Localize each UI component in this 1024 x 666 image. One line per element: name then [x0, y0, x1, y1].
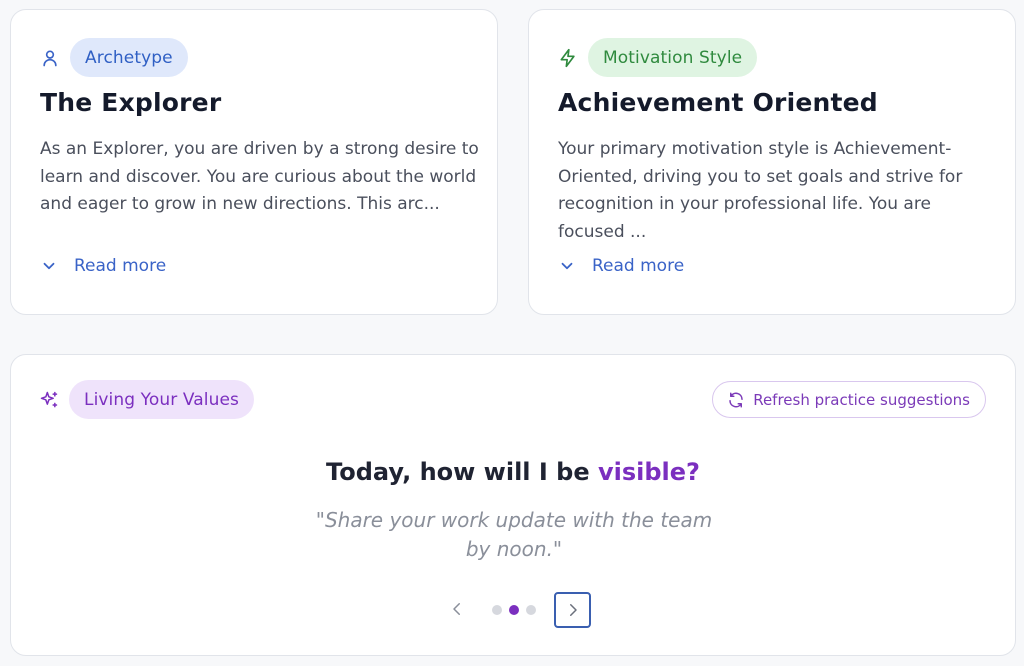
refresh-icon: [727, 391, 745, 409]
chevron-down-icon: [558, 257, 576, 275]
archetype-badge: Archetype: [70, 38, 188, 77]
values-tag-row: Living Your Values: [39, 380, 254, 419]
archetype-description: As an Explorer, you are driven by a stro…: [40, 139, 479, 214]
lightning-icon: [558, 48, 578, 68]
motivation-badge: Motivation Style: [588, 38, 758, 77]
prompt-prefix: Today, how will I be: [326, 458, 598, 486]
next-button[interactable]: [554, 592, 591, 628]
chevron-right-icon: [569, 604, 577, 616]
motivation-read-more-label: Read more: [592, 256, 685, 276]
motivation-title: Achievement Oriented: [558, 88, 878, 117]
carousel-dots: [492, 605, 543, 615]
prompt-accent: visible?: [597, 458, 700, 486]
values-card: Living Your Values Refresh practice sugg…: [10, 354, 1016, 656]
archetype-card: Archetype The Explorer As an Explorer, y…: [10, 9, 498, 315]
previous-button[interactable]: [445, 597, 469, 621]
sparkles-icon: [39, 390, 59, 410]
archetype-read-more-label: Read more: [74, 256, 167, 276]
chevron-down-icon: [40, 257, 58, 275]
user-icon: [40, 48, 60, 68]
values-badge: Living Your Values: [69, 380, 254, 419]
motivation-card: Motivation Style Achievement Oriented Yo…: [528, 9, 1016, 315]
archetype-title: The Explorer: [40, 88, 222, 117]
archetype-read-more-button[interactable]: Read more: [40, 256, 166, 276]
practice-suggestion: "Share your work update with the team by…: [315, 508, 713, 561]
carousel-dot[interactable]: [526, 605, 536, 615]
motivation-tag-row: Motivation Style: [558, 38, 758, 77]
practice-prompt: Today, how will I be visible?: [11, 458, 1015, 486]
refresh-suggestions-label: Refresh practice suggestions: [753, 390, 970, 409]
motivation-read-more-button[interactable]: Read more: [558, 256, 684, 276]
motivation-description: Your primary motivation style is Achieve…: [558, 139, 963, 242]
refresh-suggestions-button[interactable]: Refresh practice suggestions: [712, 381, 986, 418]
suggestion-carousel-controls: [441, 591, 591, 629]
archetype-tag-row: Archetype: [40, 38, 188, 77]
carousel-dot-active[interactable]: [509, 605, 519, 615]
carousel-dot[interactable]: [492, 605, 502, 615]
chevron-left-icon: [453, 603, 460, 615]
